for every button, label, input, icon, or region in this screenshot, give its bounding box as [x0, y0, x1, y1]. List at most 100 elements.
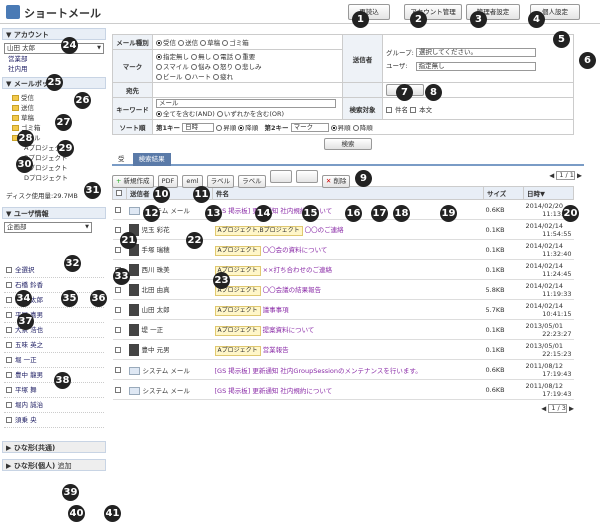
callout-marker: 31 — [84, 182, 101, 199]
callout-marker: 24 — [61, 37, 78, 54]
label-remove-button[interactable]: ラベル — [238, 175, 266, 188]
pager-top[interactable]: ◀ 1 / 1 ▶ — [549, 171, 582, 180]
account-link[interactable]: 社内用 — [4, 64, 104, 74]
row-checkbox[interactable] — [114, 226, 121, 233]
account-section-title[interactable]: ▼ アカウント — [2, 28, 106, 40]
row-checkbox[interactable] — [114, 286, 121, 293]
sender-group-select[interactable]: 選択してください。 — [415, 48, 536, 57]
sender-user-select[interactable]: 指定無し — [415, 61, 536, 71]
callout-marker: 4 — [528, 11, 545, 28]
row-size: 0.1KB — [483, 239, 524, 260]
user-item[interactable]: 堀 一正 — [4, 353, 104, 368]
col-subject[interactable]: 件名 — [212, 186, 484, 200]
table-row[interactable]: 児玉 彩花 Aプロジェクト,Bプロジェクト 〇〇のご連絡 0.1KB 2014/02/1… — [112, 219, 574, 240]
callout-marker: 28 — [17, 130, 34, 147]
delete-button[interactable]: ✕ 削除 — [321, 175, 351, 188]
userinfo-section-title[interactable]: ▼ ユーザ情報 — [2, 207, 106, 219]
row-subject[interactable]: [GS 掲示板] 更新通知 社内GroupSessionのメンテナンスを行います… — [212, 359, 484, 380]
row-subject[interactable]: Aプロジェクト,Bプロジェクト 〇〇のご連絡 — [212, 219, 484, 240]
template-personal[interactable]: ▶ ひな形(個人) 追加 — [2, 459, 106, 471]
row-checkbox[interactable] — [114, 206, 121, 213]
account-link[interactable]: 営業部 — [4, 54, 104, 64]
row-size: 0.6KB — [483, 359, 524, 380]
callout-marker: 9 — [355, 170, 372, 187]
label-item[interactable]: Dプロジェクト — [8, 173, 100, 183]
folder-draft[interactable]: 草稿 — [8, 113, 100, 123]
label-tag: Aプロジェクト — [214, 305, 261, 316]
table-row[interactable]: 豊中 元男 Aプロジェクト 営業報告 0.1KB 2013/05/01 22:15:23 — [112, 339, 574, 360]
toolbar: + 新規作成 PDF eml ラベル ラベル ✕ 削除 ◀ 1 / 1 ▶ — [112, 166, 584, 188]
callout-marker: 37 — [17, 313, 34, 330]
read-button[interactable] — [269, 170, 292, 183]
callout-marker: 29 — [57, 140, 74, 157]
callout-marker: 3 — [470, 11, 487, 28]
row-size: 5.8KB — [483, 279, 524, 300]
table-row[interactable]: 北田 由真 Aプロジェクト 〇〇会議の結果報告 5.8KB 2014/02/14 11:1… — [112, 279, 574, 300]
table-row[interactable]: システム メール [GS 掲示板] 更新通知 社内規約について 0.6KB 2014/… — [112, 199, 574, 220]
keyword-input[interactable]: メール — [156, 99, 336, 108]
row-subject[interactable]: [GS 掲示板] 更新通知 社内規約について — [212, 379, 484, 400]
label-add-button[interactable]: ラベル — [206, 175, 235, 188]
account-select[interactable]: 山田 太郎 — [4, 43, 104, 54]
search-button[interactable]: 検索 — [324, 138, 372, 150]
callout-marker: 23 — [213, 272, 230, 289]
row-sender: 北田 由真 — [126, 279, 213, 300]
table-row[interactable]: 堤 一正 Aプロジェクト 提案資料について 0.1KB 2013/05/01 22:23:… — [112, 319, 574, 340]
tab-search-result[interactable]: 検索結果 — [132, 153, 171, 166]
pager-bottom[interactable]: ◀ 1 / 3 ▶ — [112, 404, 584, 413]
row-checkbox[interactable] — [114, 386, 121, 393]
avatar — [128, 263, 139, 276]
row-subject[interactable]: Aプロジェクト 営業報告 — [212, 339, 484, 360]
user-item[interactable]: 須乗 央 — [4, 413, 104, 428]
plus-icon: + — [116, 177, 122, 185]
row-checkbox[interactable] — [114, 326, 121, 333]
row-checkbox[interactable] — [114, 246, 121, 253]
row-subject[interactable]: Aプロジェクト 議事事項 — [212, 299, 484, 320]
row-sender: 豊中 元男 — [126, 339, 213, 360]
col-date[interactable]: 日時▼ — [523, 186, 574, 200]
row-checkbox[interactable] — [114, 306, 121, 313]
system-mail-icon — [128, 206, 140, 215]
table-row[interactable]: システム メール [GS 掲示板] 更新通知 社内GroupSessionのメンテ… — [112, 359, 574, 380]
col-size[interactable]: サイズ — [483, 186, 524, 200]
table-row[interactable]: システム メール [GS 掲示板] 更新通知 社内規約について 0.6KB 2011/… — [112, 379, 574, 400]
row-subject[interactable]: Aプロジェクト 〇〇会議の結果報告 — [212, 279, 484, 300]
row-size: 5.7KB — [483, 299, 524, 320]
row-subject[interactable]: Aプロジェクト 〇〇会の資料について — [212, 239, 484, 260]
row-checkbox[interactable] — [114, 346, 121, 353]
row-subject[interactable]: Aプロジェクト 提案資料について — [212, 319, 484, 340]
row-subject[interactable]: Aプロジェクト ××打ち合わせのご連絡 — [212, 259, 484, 280]
select-all-checkbox[interactable]: 全選択 — [4, 263, 104, 278]
select-all-header[interactable] — [112, 186, 127, 200]
table-row[interactable]: 山田 太郎 Aプロジェクト 議事事項 5.7KB 2014/02/14 10:41:15 — [112, 299, 574, 320]
callout-marker: 17 — [371, 205, 388, 222]
new-mail-button[interactable]: + 新規作成 — [112, 175, 154, 188]
user-item[interactable]: 平塚 舞 — [4, 383, 104, 398]
unread-button[interactable] — [295, 170, 318, 183]
group-select[interactable]: 企画部 — [4, 222, 92, 233]
table-row[interactable]: 西川 珠美 Aプロジェクト ××打ち合わせのご連絡 0.1KB 2014/02/14 11… — [112, 259, 574, 280]
row-checkbox[interactable] — [114, 366, 121, 373]
callout-marker: 8 — [425, 84, 442, 101]
callout-marker: 30 — [16, 156, 33, 173]
callout-marker: 34 — [15, 290, 32, 307]
user-item[interactable]: 堀内 誠治 — [4, 398, 104, 413]
callout-marker: 20 — [562, 205, 579, 222]
template-common[interactable]: ▶ ひな形(共通) — [2, 441, 106, 453]
tab-inbox[interactable]: 受 — [112, 153, 131, 166]
avatar — [128, 283, 139, 296]
row-date: 2014/02/14 11:32:40 — [523, 239, 574, 260]
sort-key2-select[interactable]: マーク — [290, 123, 329, 133]
table-row[interactable]: 手塚 瑞穂 Aプロジェクト 〇〇会の資料について 0.1KB 2014/02/14 11:… — [112, 239, 574, 260]
sort-key1-select[interactable]: 日時 — [182, 123, 215, 133]
callout-marker: 18 — [393, 205, 410, 222]
user-item[interactable]: 五味 英之 — [4, 338, 104, 353]
label-tag: Aプロジェクト — [214, 245, 261, 256]
row-date: 2013/05/01 22:23:27 — [523, 319, 574, 340]
row-size: 0.6KB — [483, 379, 524, 400]
callout-marker: 10 — [153, 186, 170, 203]
avatar — [128, 343, 139, 356]
row-date: 2014/02/14 11:19:33 — [523, 279, 574, 300]
sort-fields: 第1キー 日時 昇順 降順 第2キー マーク 昇順 降順 — [152, 119, 574, 135]
callout-marker: 1 — [352, 11, 369, 28]
